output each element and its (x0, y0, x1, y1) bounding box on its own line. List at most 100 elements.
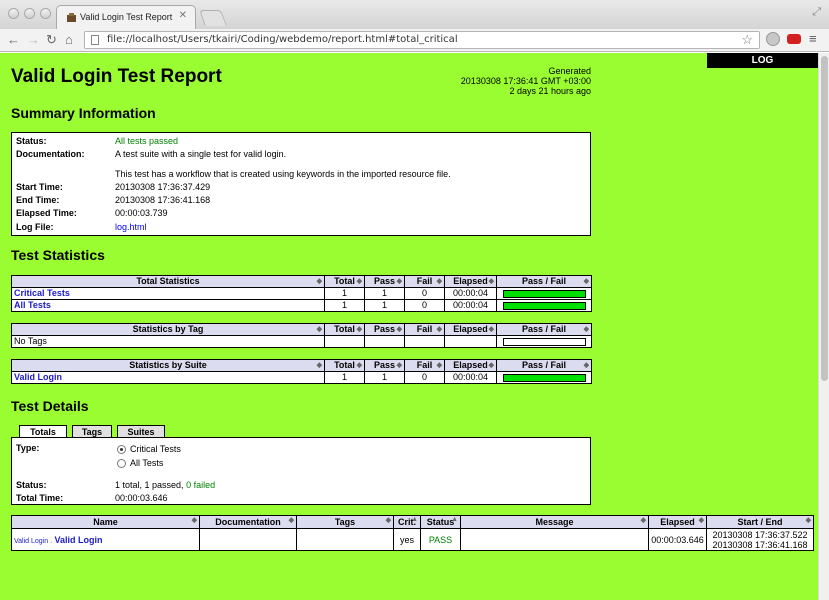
col-pass-fail[interactable]: Pass / Fail ◆ (496, 275, 592, 288)
close-window-button[interactable] (8, 8, 19, 19)
documentation-cell (199, 528, 297, 551)
test-name-link[interactable]: Valid Login (55, 535, 103, 545)
col-fail[interactable]: Fail ◆ (404, 323, 445, 336)
sort-icon: ◆ (805, 517, 811, 524)
pass-bar[interactable] (502, 373, 586, 382)
extension-icon[interactable] (766, 32, 780, 46)
total-time-value: 00:00:03.646 (115, 493, 168, 503)
col-start-end[interactable]: Start / End ◆ (706, 515, 814, 529)
all-tests-radio[interactable] (117, 459, 126, 468)
elapsed-time-label: Elapsed Time: (16, 208, 77, 218)
browser-tab[interactable]: Valid Login Test Report ✕ (56, 5, 196, 29)
sort-icon: ◆ (288, 517, 294, 524)
col-pass-fail[interactable]: Pass / Fail ◆ (496, 359, 592, 372)
documentation-line1: A test suite with a single test for vali… (115, 149, 287, 159)
col-documentation[interactable]: Documentation ◆ (199, 515, 297, 529)
star-icon[interactable]: ☆ (741, 32, 753, 48)
sort-icon: ◆ (583, 326, 589, 333)
col-fail[interactable]: Fail ◆ (404, 359, 445, 372)
address-bar[interactable]: file://localhost/Users/tkairi/Coding/web… (84, 31, 760, 49)
pass-bar[interactable] (502, 289, 586, 298)
stat-pass: 1 (364, 299, 405, 312)
col-pass-fail[interactable]: Pass / Fail ◆ (496, 323, 592, 336)
forward-arrow-icon[interactable]: → (27, 32, 40, 48)
log-file-label: Log File: (16, 222, 54, 232)
suite-name-link[interactable]: Valid Login (11, 371, 325, 384)
details-status-label: Status: (16, 480, 47, 490)
browser-toolbar: ← → ↻ ⌂ file://localhost/Users/tkairi/Co… (0, 29, 829, 52)
col-elapsed[interactable]: Elapsed ◆ (648, 515, 707, 529)
sort-icon: ◆ (698, 517, 704, 524)
col-elapsed[interactable]: Elapsed ◆ (444, 359, 497, 372)
stat-name-link[interactable]: Critical Tests (11, 287, 325, 300)
summary-box: Status: All tests passed Documentation: A … (11, 132, 591, 236)
col-pass[interactable]: Pass ◆ (364, 323, 405, 336)
col-fail[interactable]: Fail ◆ (404, 275, 445, 288)
sort-icon: ◆ (640, 517, 646, 524)
suite-statistics-header[interactable]: Statistics by Suite ◆ (11, 359, 325, 372)
test-details-table: Name ◆ Documentation ◆ Tags ◆ Crit. ▲ Status… (11, 515, 814, 551)
back-arrow-icon[interactable]: ← (7, 32, 20, 48)
elapsed-cell: 00:00:03.646 (648, 528, 707, 551)
col-tags[interactable]: Tags ◆ (296, 515, 394, 529)
tab-close-icon[interactable]: ✕ (179, 10, 187, 21)
stat-name-link[interactable]: All Tests (11, 299, 325, 312)
scrollbar-thumb[interactable] (821, 56, 828, 381)
sort-icon: ◆ (436, 278, 442, 285)
col-pass[interactable]: Pass ◆ (364, 359, 405, 372)
stat-pass: 1 (364, 287, 405, 300)
reload-icon[interactable]: ↻ (46, 32, 57, 48)
tag-statistics-header[interactable]: Statistics by Tag ◆ (11, 323, 325, 336)
zoom-window-button[interactable] (40, 8, 51, 19)
browser-tab-title: Valid Login Test Report (80, 12, 173, 22)
sort-up-icon: ▲ (411, 516, 418, 524)
pass-fail-cell (496, 371, 592, 384)
sort-icon: ◆ (385, 517, 391, 524)
fullscreen-icon[interactable]: ⤢ (812, 6, 821, 19)
menu-icon[interactable]: ≡ (809, 31, 817, 46)
col-total[interactable]: Total ◆ (324, 323, 365, 336)
critical-tests-radio[interactable] (117, 445, 126, 454)
url-text[interactable]: file://localhost/Users/tkairi/Coding/web… (107, 34, 458, 45)
col-name[interactable]: Name ◆ (11, 515, 200, 529)
extension-red-icon[interactable] (787, 34, 801, 44)
all-tests-label[interactable]: All Tests (130, 458, 163, 468)
col-elapsed[interactable]: Elapsed ◆ (444, 323, 497, 336)
col-status[interactable]: Status ▲ (420, 515, 461, 529)
log-file-link[interactable]: log.html (115, 222, 147, 232)
end-time-label: End Time: (16, 195, 60, 205)
home-icon[interactable]: ⌂ (65, 32, 73, 48)
start-time: 20130308 17:36:37.522 (712, 529, 808, 540)
generated-time: 20130308 17:36:41 GMT +03:00 (460, 76, 591, 86)
critical-tests-label[interactable]: Critical Tests (130, 444, 181, 454)
sort-icon: ◆ (316, 326, 322, 333)
log-button[interactable]: LOG (707, 53, 818, 68)
col-total[interactable]: Total ◆ (324, 275, 365, 288)
col-message[interactable]: Message ◆ (460, 515, 649, 529)
tags-cell (296, 528, 394, 551)
details-heading: Test Details (11, 398, 89, 414)
col-pass[interactable]: Pass ◆ (364, 275, 405, 288)
page-scrollbar[interactable] (818, 53, 829, 600)
status-label: Status: (16, 136, 47, 146)
pass-bar[interactable] (502, 301, 586, 310)
col-crit[interactable]: Crit. ▲ (393, 515, 421, 529)
new-tab-button[interactable] (199, 10, 227, 26)
col-elapsed[interactable]: Elapsed ◆ (444, 275, 497, 288)
parent-suite-link[interactable]: Valid Login . (14, 538, 52, 545)
total-statistics-header[interactable]: Total Statistics ◆ (11, 275, 325, 288)
stat-total: 1 (324, 287, 365, 300)
stat-fail: 0 (404, 299, 445, 312)
col-total[interactable]: Total ◆ (324, 359, 365, 372)
sort-icon: ◆ (488, 362, 494, 369)
sort-icon: ◆ (356, 362, 362, 369)
message-cell (460, 528, 649, 551)
stat-fail: 0 (404, 287, 445, 300)
total-time-label: Total Time: (16, 493, 64, 503)
sort-icon: ◆ (436, 362, 442, 369)
start-end-cell: 20130308 17:36:37.522 20130308 17:36:41.… (706, 528, 814, 551)
statistics-heading: Test Statistics (11, 247, 105, 263)
minimize-window-button[interactable] (24, 8, 35, 19)
sort-icon: ◆ (583, 278, 589, 285)
sort-icon: ◆ (356, 278, 362, 285)
